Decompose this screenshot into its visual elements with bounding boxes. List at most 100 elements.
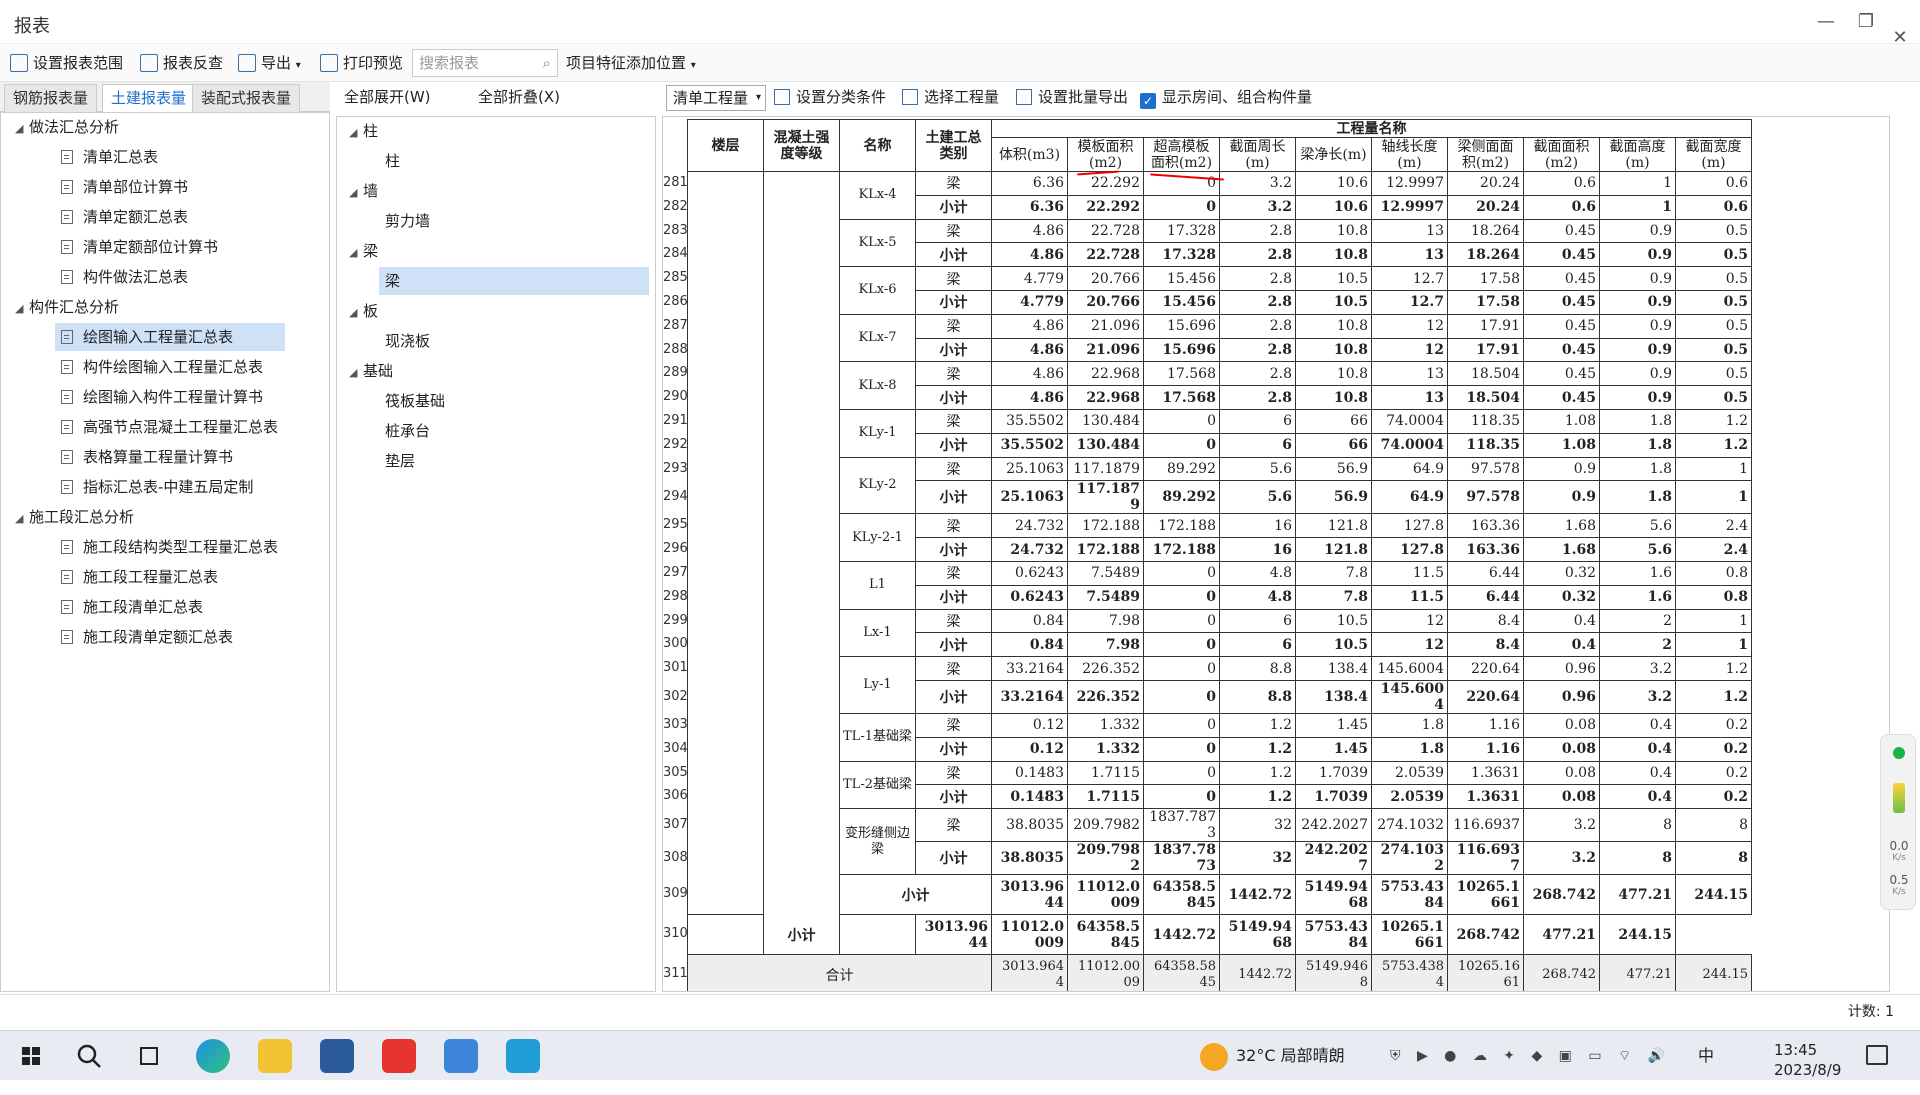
value-cell: 89.292 — [1143, 456, 1220, 482]
tree-item[interactable]: 清单定额部位计算书 — [55, 233, 224, 261]
table-row[interactable]: KLx-5 梁 4.86 22.728 17.328 2.8 10.8 13 18.264 0.4… — [688, 218, 1752, 268]
weather-icon — [1200, 1043, 1228, 1071]
subtotal-grade-row[interactable]: 小计 3013.9644 11012.0009 64358.5845 1442.72 51… — [687, 914, 1752, 956]
tree-group[interactable]: ◢ 板 — [349, 297, 378, 325]
total-row[interactable]: 合计 3013.9644 11012.0009 64358.5845 1442.72 51… — [687, 954, 1752, 991]
classify-condition-button[interactable]: 设置分类条件 — [774, 82, 886, 112]
table-row[interactable]: L1 梁 0.6243 7.5489 0 4.8 7.8 11.5 6.44 0.32 1.6 0.8 — [688, 560, 1752, 610]
tree-item[interactable]: 构件绘图输入工程量汇总表 — [55, 353, 269, 381]
value-cell: 66 — [1295, 408, 1372, 434]
value-cell: 0.9 — [1523, 456, 1600, 482]
tree-item[interactable]: 施工段清单定额汇总表 — [55, 623, 239, 651]
table-row[interactable]: Ly-1 梁 33.2164 226.352 0 8.8 138.4 145.6004 220.… — [688, 656, 1752, 714]
table-row[interactable]: KLy-2-1 梁 24.732 172.188 172.188 16 121.8 127.8… — [688, 513, 1752, 562]
value-cell: 6 — [1219, 432, 1296, 458]
tree-group[interactable]: ◢ 墙 — [349, 177, 378, 205]
value-cell: 8 — [1675, 841, 1752, 876]
windows-start-icon[interactable] — [14, 1039, 48, 1073]
table-row[interactable]: KLx-7 梁 4.86 21.096 15.696 2.8 10.8 12 17.91 0.45… — [688, 313, 1752, 363]
show-rooms-checkbox[interactable]: ✓ 显示房间、组合构件量 — [1140, 82, 1312, 112]
tree-item[interactable]: 垫层 — [379, 447, 421, 475]
tree-item[interactable]: 清单部位计算书 — [55, 173, 194, 201]
tree-item[interactable]: 梁 — [379, 267, 649, 295]
cad-app-icon[interactable] — [320, 1039, 354, 1073]
tree-group[interactable]: ◢ 基础 — [349, 357, 393, 385]
tab-prefab-report[interactable]: 装配式报表量 — [192, 84, 301, 112]
tree-item-label: 清单定额汇总表 — [83, 208, 189, 226]
ime-indicator[interactable]: 中 — [1698, 1031, 1714, 1081]
select-quantity-button[interactable]: 选择工程量 — [902, 82, 999, 112]
clock-date[interactable]: 2023/8/9 — [1774, 1045, 1841, 1095]
notification-icon[interactable] — [1866, 1045, 1888, 1065]
set-report-range-button[interactable]: 设置报表范围 — [10, 44, 123, 82]
table-row[interactable]: TL-1基础梁梁 0.12 1.332 0 1.2 1.45 1.8 1.16 0.08 0.4 0… — [688, 712, 1752, 762]
table-row[interactable]: KLx-4 梁 6.36 22.292 0 3.2 10.6 12.9997 20.24 0.6 1… — [687, 170, 1752, 956]
value-cell: 10265.1661 — [1447, 874, 1524, 916]
search-input[interactable]: 搜索报表 ⌕ — [412, 49, 558, 77]
table-row[interactable]: TL-2基础梁梁 0.1483 1.7115 0 1.2 1.7039 2.0539 1.36… — [688, 760, 1752, 810]
value-cell: 3.2 — [1523, 841, 1600, 876]
tree-item[interactable]: 柱 — [379, 147, 406, 175]
value-cell: 5753.4384 — [1371, 954, 1448, 991]
tab-rebar-report[interactable]: 钢筋报表量 — [4, 84, 98, 112]
tree-group[interactable]: ◢ 柱 — [349, 117, 378, 145]
tree-item[interactable]: 构件做法汇总表 — [55, 263, 194, 291]
value-cell: 6.36 — [991, 171, 1068, 196]
feature-position-dropdown[interactable]: 项目特征添加位置 ▾ — [566, 44, 696, 82]
tree-group[interactable]: ◢ 做法汇总分析 — [15, 113, 119, 141]
tree-item[interactable]: 清单汇总表 — [55, 143, 164, 171]
name-cell: 变形缝侧边梁 — [839, 808, 916, 876]
tree-item[interactable]: 桩承台 — [379, 417, 436, 445]
value-cell: 56.9 — [1295, 480, 1372, 515]
task-view-icon[interactable] — [132, 1039, 166, 1073]
weather-text[interactable]: 32°C 局部晴朗 — [1236, 1031, 1345, 1081]
tree-item[interactable]: 施工段工程量汇总表 — [55, 563, 224, 591]
glodon-app-icon[interactable] — [506, 1039, 540, 1073]
minimize-button[interactable]: — — [1806, 6, 1846, 38]
wps-icon[interactable] — [382, 1039, 416, 1073]
batch-export-button[interactable]: 设置批量导出 — [1016, 82, 1128, 112]
value-cell: 1.2 — [1675, 679, 1752, 714]
export-button[interactable]: 导出 ▾ — [238, 44, 301, 82]
tree-item[interactable]: 高强节点混凝土工程量汇总表 — [55, 413, 284, 441]
tree-item[interactable]: 绘图输入构件工程量计算书 — [55, 383, 269, 411]
set-range-label: 设置报表范围 — [33, 54, 124, 72]
report-reverse-button[interactable]: 报表反查 — [140, 44, 223, 82]
collapse-all-button[interactable]: 全部折叠(X) — [478, 82, 560, 112]
tree-item[interactable]: 施工段清单汇总表 — [55, 593, 209, 621]
value-cell: 66 — [1295, 432, 1372, 458]
tree-item[interactable]: 剪力墙 — [379, 207, 436, 235]
table-row[interactable]: KLy-1 梁 35.5502 130.484 0 6 66 74.0004 118.35 1.0… — [688, 408, 1752, 458]
tree-item[interactable]: 施工段结构类型工程量汇总表 — [55, 533, 284, 561]
tray-icons[interactable]: ⛨ ▶ ● ☁ ✦ ◆ ▣ ▭ ⌔ 🔊 — [1390, 1031, 1671, 1081]
subtotal-name-row[interactable]: 小计 3013.9644 11012.0009 64358.5845 1442.72 51… — [688, 874, 1752, 916]
print-preview-button[interactable]: 打印预览 — [320, 44, 403, 82]
table-row[interactable]: KLx-6 梁 4.779 20.766 15.456 2.8 10.5 12.7 17.58 0… — [688, 266, 1752, 315]
name-cell: KLy-2 — [839, 456, 916, 515]
tree-item[interactable]: 绘图输入工程量汇总表 — [55, 323, 285, 351]
tree-group[interactable]: ◢ 梁 — [349, 237, 378, 265]
quantity-type-dropdown[interactable]: 清单工程量 ▾ — [666, 85, 766, 111]
table-row[interactable]: KLy-2 梁 25.1063 117.1879 89.292 5.6 56.9 64.9 97… — [688, 456, 1752, 515]
tree-item[interactable]: 指标汇总表-中建五局定制 — [55, 473, 259, 501]
value-cell: 0 — [1143, 712, 1220, 738]
table-row[interactable]: 变形缝侧边梁梁 38.8035 209.7982 1837.7873 32 242.202… — [688, 808, 1752, 876]
expand-all-button[interactable]: 全部展开(W) — [344, 82, 431, 112]
tree-item[interactable]: 清单定额汇总表 — [55, 203, 194, 231]
file-explorer-icon[interactable] — [258, 1039, 292, 1073]
value-cell: 1.7039 — [1295, 784, 1372, 810]
search-icon[interactable] — [72, 1039, 106, 1073]
value-cell: 0.84 — [991, 632, 1068, 658]
office-app-icon[interactable] — [444, 1039, 478, 1073]
tree-group[interactable]: ◢ 施工段汇总分析 — [15, 503, 134, 531]
tree-item[interactable]: 筏板基础 — [379, 387, 451, 415]
value-cell: 7.8 — [1295, 584, 1372, 610]
table-row[interactable]: Lx-1 梁 0.84 7.98 0 6 10.5 12 8.4 0.4 2 1 — [688, 608, 1752, 658]
edge-browser-icon[interactable] — [196, 1039, 230, 1073]
tree-group[interactable]: ◢ 构件汇总分析 — [15, 293, 119, 321]
tree-item[interactable]: 表格算量工程量计算书 — [55, 443, 239, 471]
tab-civil-report[interactable]: 土建报表量 — [102, 84, 196, 112]
table-row[interactable]: KLx-8 梁 4.86 22.968 17.568 2.8 10.8 13 18.504 0.4… — [688, 361, 1752, 410]
tree-item[interactable]: 现浇板 — [379, 327, 436, 355]
row-number: 283 — [663, 223, 688, 238]
